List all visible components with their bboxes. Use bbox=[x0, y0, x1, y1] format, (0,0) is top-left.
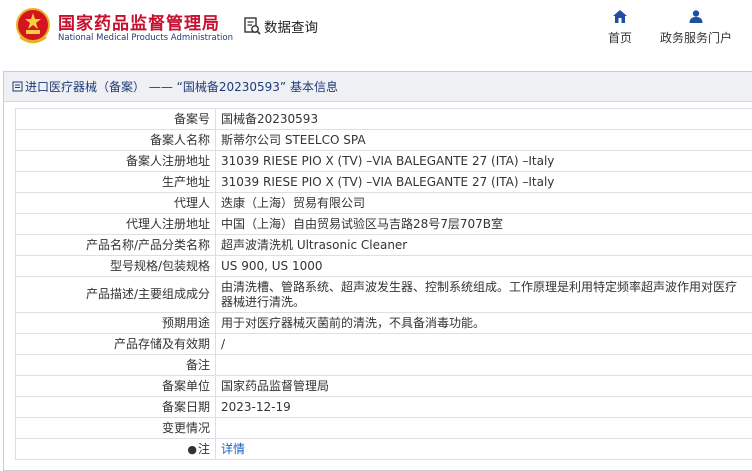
data-search-icon bbox=[244, 17, 261, 35]
row-value: 中国（上海）自由贸易试验区马吉路28号7层707B室 bbox=[215, 213, 752, 235]
row-value: 2023-12-19 bbox=[215, 396, 752, 418]
nav-home[interactable]: 首页 bbox=[600, 10, 640, 46]
row-label: 备案人注册地址 bbox=[15, 150, 216, 172]
row-value: 由清洗槽、管路系统、超声波发生器、控制系统组成。工作原理是利用特定频率超声波作用… bbox=[215, 276, 752, 313]
note-label: 注 bbox=[197, 441, 210, 456]
data-query-link[interactable]: 数据查询 bbox=[244, 16, 318, 36]
details-link[interactable]: 详情 bbox=[221, 442, 245, 456]
row-label: 代理人 bbox=[15, 192, 216, 214]
row-label: 产品存储及有效期 bbox=[15, 333, 216, 355]
data-query-label: 数据查询 bbox=[264, 20, 318, 36]
table-row: 备注 bbox=[15, 354, 752, 376]
site-header: 国家药品监督管理局 National Medical Products Admi… bbox=[0, 0, 752, 58]
row-label: 备案单位 bbox=[15, 375, 216, 397]
record-panel: 进口医疗器械（备案） —— “国械备20230593” 基本信息 备案号 国械备… bbox=[3, 71, 752, 471]
row-label: 备注 bbox=[15, 354, 216, 376]
nav-gov-services[interactable]: 政务服务门户 bbox=[656, 10, 736, 46]
table-row: 备案日期 2023-12-19 bbox=[15, 396, 752, 418]
row-label: 产品描述/主要组成成分 bbox=[15, 276, 216, 313]
table-row: 型号规格/包装规格 US 900, US 1000 bbox=[15, 255, 752, 277]
row-value: 国械备20230593 bbox=[215, 108, 752, 130]
row-value: 31039 RIESE PIO X (TV) –VIA BALEGANTE 27… bbox=[215, 150, 752, 172]
row-label: 备案人名称 bbox=[15, 129, 216, 151]
table-row: 备案单位 国家药品监督管理局 bbox=[15, 375, 752, 397]
table-row: 备案人注册地址 31039 RIESE PIO X (TV) –VIA BALE… bbox=[15, 150, 752, 172]
record-table: 备案号 国械备20230593 备案人名称 斯蒂尔公司 STEELCO SPA … bbox=[15, 108, 752, 460]
table-row: 产品名称/产品分类名称 超声波清洗机 Ultrasonic Cleaner bbox=[15, 234, 752, 256]
row-label: 代理人注册地址 bbox=[15, 213, 216, 235]
table-row: 预期用途 用于对医疗器械灭菌前的清洗，不具备消毒功能。 bbox=[15, 312, 752, 334]
user-icon bbox=[689, 10, 703, 23]
row-label: 型号规格/包装规格 bbox=[15, 255, 216, 277]
table-row: 备案人名称 斯蒂尔公司 STEELCO SPA bbox=[15, 129, 752, 151]
table-row: ●注 详情 bbox=[15, 438, 752, 460]
table-row: 生产地址 31039 RIESE PIO X (TV) –VIA BALEGAN… bbox=[15, 171, 752, 193]
table-row: 代理人注册地址 中国（上海）自由贸易试验区马吉路28号7层707B室 bbox=[15, 213, 752, 235]
table-row: 代理人 迭康（上海）贸易有限公司 bbox=[15, 192, 752, 214]
row-label: 产品名称/产品分类名称 bbox=[15, 234, 216, 256]
row-value: 31039 RIESE PIO X (TV) –VIA BALEGANTE 27… bbox=[215, 171, 752, 193]
location-pin-icon: ● bbox=[187, 442, 197, 456]
row-value: 超声波清洗机 Ultrasonic Cleaner bbox=[215, 234, 752, 256]
row-value: 国家药品监督管理局 bbox=[215, 375, 752, 397]
table-row: 变更情况 bbox=[15, 417, 752, 439]
agency-name-cn: 国家药品监督管理局 bbox=[58, 14, 220, 34]
panel-title: 进口医疗器械（备案） —— “国械备20230593” 基本信息 bbox=[25, 80, 338, 94]
row-value: 用于对医疗器械灭菌前的清洗，不具备消毒功能。 bbox=[215, 312, 752, 334]
row-value: US 900, US 1000 bbox=[215, 255, 752, 277]
row-value: 迭康（上海）贸易有限公司 bbox=[215, 192, 752, 214]
document-icon bbox=[12, 81, 23, 92]
table-row: 备案号 国械备20230593 bbox=[15, 108, 752, 130]
row-value bbox=[215, 354, 752, 376]
note-label-cell: ●注 bbox=[15, 438, 216, 460]
note-value-cell: 详情 bbox=[215, 438, 752, 460]
row-value: / bbox=[215, 333, 752, 355]
agency-name-en: National Medical Products Administration bbox=[58, 33, 233, 43]
panel-title-bar: 进口医疗器械（备案） —— “国械备20230593” 基本信息 bbox=[4, 72, 752, 102]
row-label: 备案日期 bbox=[15, 396, 216, 418]
row-label: 备案号 bbox=[15, 108, 216, 130]
home-icon bbox=[613, 10, 627, 23]
table-row: 产品描述/主要组成成分 由清洗槽、管路系统、超声波发生器、控制系统组成。工作原理… bbox=[15, 276, 752, 313]
nav-home-label: 首页 bbox=[607, 31, 632, 45]
row-label: 变更情况 bbox=[15, 417, 216, 439]
row-label: 生产地址 bbox=[15, 171, 216, 193]
row-value: 斯蒂尔公司 STEELCO SPA bbox=[215, 129, 752, 151]
row-value bbox=[215, 417, 752, 439]
national-emblem-icon bbox=[16, 8, 50, 44]
nav-gov-services-label: 政务服务门户 bbox=[659, 31, 732, 45]
row-label: 预期用途 bbox=[15, 312, 216, 334]
table-row: 产品存储及有效期 / bbox=[15, 333, 752, 355]
